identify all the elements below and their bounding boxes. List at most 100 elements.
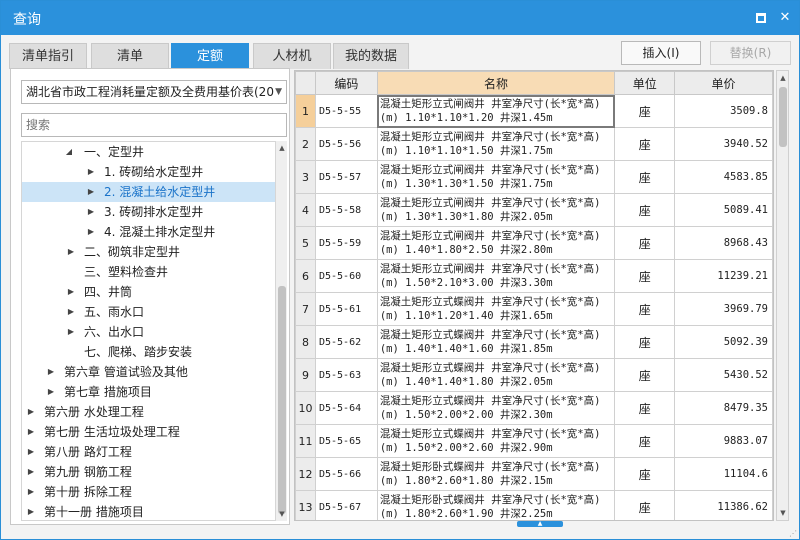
row-name[interactable]: 混凝土矩形立式蝶阀井 井室净尺寸(长*宽*高)(m) 1.50*2.00*2.0… [376, 391, 616, 425]
header-name[interactable]: 名称 [376, 71, 616, 95]
row-name[interactable]: 混凝土矩形立式蝶阀井 井室净尺寸(长*宽*高)(m) 1.40*1.40*1.6… [376, 325, 616, 359]
row-unit[interactable]: 座 [614, 457, 676, 491]
table-row[interactable]: 10 D5-5-64 混凝土矩形立式蝶阀井 井室净尺寸(长*宽*高)(m) 1.… [295, 391, 773, 425]
panel-splitter-handle[interactable]: ▲ [517, 521, 563, 527]
tree-scrollbar[interactable]: ▲ ▼ [275, 141, 287, 521]
tree-item-section-6[interactable]: ▶ 六、出水口 [22, 322, 275, 342]
row-price[interactable]: 8479.35 [674, 391, 773, 425]
tab-labor-material-machine[interactable]: 人材机 [253, 43, 331, 69]
tree-item-chapter-7[interactable]: ▶ 第七章 措施项目 [22, 382, 275, 402]
row-price[interactable]: 8968.43 [674, 226, 773, 260]
row-code[interactable]: D5-5-56 [314, 127, 378, 161]
row-name[interactable]: 混凝土矩形立式蝶阀井 井室净尺寸(长*宽*高)(m) 1.10*1.20*1.4… [376, 292, 616, 326]
expand-arrow-icon[interactable]: ▶ [46, 362, 56, 382]
row-code[interactable]: D5-5-59 [314, 226, 378, 260]
table-row[interactable]: 13 D5-5-67 混凝土矩形卧式蝶阀井 井室净尺寸(长*宽*高)(m) 1.… [295, 490, 773, 520]
row-name[interactable]: 混凝土矩形立式蝶阀井 井室净尺寸(长*宽*高)(m) 1.40*1.40*1.8… [376, 358, 616, 392]
expand-arrow-icon[interactable]: ▶ [26, 422, 36, 442]
tree-item-section-2[interactable]: ▶ 二、砌筑非定型井 [22, 242, 275, 262]
expand-arrow-icon[interactable]: ▶ [86, 202, 96, 222]
tree-item-section-5[interactable]: ▶ 五、雨水口 [22, 302, 275, 322]
tree-item-volume-6[interactable]: ▶ 第六册 水处理工程 [22, 402, 275, 422]
row-unit[interactable]: 座 [614, 292, 676, 326]
table-row[interactable]: 11 D5-5-65 混凝土矩形立式蝶阀井 井室净尺寸(长*宽*高)(m) 1.… [295, 424, 773, 458]
expand-arrow-icon[interactable]: ▶ [66, 242, 76, 262]
table-scrollbar-thumb[interactable] [779, 87, 787, 147]
tree-item-concrete-water-well[interactable]: ▶ 2. 混凝土给水定型井 [22, 182, 275, 202]
row-name[interactable]: 混凝土矩形立式闸阀井 井室净尺寸(长*宽*高)(m) 1.40*1.80*2.5… [376, 226, 616, 260]
row-price[interactable]: 3509.8 [674, 94, 773, 128]
tree-item-section-3[interactable]: 三、塑料检查井 [22, 262, 275, 282]
row-unit[interactable]: 座 [614, 358, 676, 392]
expand-arrow-icon[interactable]: ▶ [66, 302, 76, 322]
row-code[interactable]: D5-5-57 [314, 160, 378, 194]
table-row[interactable]: 12 D5-5-66 混凝土矩形卧式蝶阀井 井室净尺寸(长*宽*高)(m) 1.… [295, 457, 773, 491]
row-price[interactable]: 3969.79 [674, 292, 773, 326]
scroll-up-icon[interactable]: ▲ [777, 71, 789, 85]
table-row[interactable]: 5 D5-5-59 混凝土矩形立式闸阀井 井室净尺寸(长*宽*高)(m) 1.4… [295, 226, 773, 260]
table-row[interactable]: 2 D5-5-56 混凝土矩形立式闸阀井 井室净尺寸(长*宽*高)(m) 1.1… [295, 127, 773, 161]
expand-arrow-icon[interactable]: ▶ [26, 462, 36, 482]
expand-arrow-icon[interactable]: ▶ [26, 482, 36, 502]
table-row[interactable]: 7 D5-5-61 混凝土矩形立式蝶阀井 井室净尺寸(长*宽*高)(m) 1.1… [295, 292, 773, 326]
row-unit[interactable]: 座 [614, 490, 676, 520]
search-input[interactable] [21, 113, 287, 137]
header-price[interactable]: 单价 [674, 71, 773, 95]
row-code[interactable]: D5-5-64 [314, 391, 378, 425]
row-code[interactable]: D5-5-62 [314, 325, 378, 359]
row-price[interactable]: 11239.21 [674, 259, 773, 293]
tree-scrollbar-thumb[interactable] [278, 286, 286, 514]
row-unit[interactable]: 座 [614, 259, 676, 293]
row-code[interactable]: D5-5-63 [314, 358, 378, 392]
tab-bill[interactable]: 清单 [91, 43, 169, 69]
table-row[interactable]: 8 D5-5-62 混凝土矩形立式蝶阀井 井室净尺寸(长*宽*高)(m) 1.4… [295, 325, 773, 359]
close-icon[interactable]: ✕ [777, 10, 793, 26]
row-unit[interactable]: 座 [614, 193, 676, 227]
insert-button[interactable]: 插入(I) [621, 41, 701, 65]
row-name[interactable]: 混凝土矩形立式蝶阀井 井室净尺寸(长*宽*高)(m) 1.50*2.00*2.6… [376, 424, 616, 458]
row-price[interactable]: 4583.85 [674, 160, 773, 194]
row-unit[interactable]: 座 [614, 391, 676, 425]
tree-item-volume-8[interactable]: ▶ 第八册 路灯工程 [22, 442, 275, 462]
row-code[interactable]: D5-5-65 [314, 424, 378, 458]
tree-item-brick-water-well[interactable]: ▶ 1. 砖砌给水定型井 [22, 162, 275, 182]
row-name[interactable]: 混凝土矩形卧式蝶阀井 井室净尺寸(长*宽*高)(m) 1.80*2.60*1.8… [376, 457, 616, 491]
expand-arrow-icon[interactable]: ▶ [86, 222, 96, 242]
tree-item-section-4[interactable]: ▶ 四、井筒 [22, 282, 275, 302]
scroll-up-icon[interactable]: ▲ [276, 141, 288, 155]
table-row[interactable]: 6 D5-5-60 混凝土矩形立式闸阀井 井室净尺寸(长*宽*高)(m) 1.5… [295, 259, 773, 293]
table-row[interactable]: 4 D5-5-58 混凝土矩形立式闸阀井 井室净尺寸(长*宽*高)(m) 1.3… [295, 193, 773, 227]
expand-arrow-icon[interactable]: ▶ [26, 442, 36, 462]
expand-arrow-icon[interactable]: ▶ [26, 402, 36, 422]
tree-item-section-7[interactable]: 七、爬梯、踏步安装 [22, 342, 275, 362]
row-price[interactable]: 3940.52 [674, 127, 773, 161]
tab-my-data[interactable]: 我的数据 [333, 43, 409, 69]
expand-arrow-icon[interactable]: ▶ [66, 322, 76, 342]
tab-quota[interactable]: 定额 [171, 43, 249, 69]
row-name[interactable]: 混凝土矩形立式闸阀井 井室净尺寸(长*宽*高)(m) 1.30*1.30*1.5… [376, 160, 616, 194]
row-code[interactable]: D5-5-58 [314, 193, 378, 227]
row-unit[interactable]: 座 [614, 325, 676, 359]
row-code[interactable]: D5-5-67 [314, 490, 378, 520]
row-unit[interactable]: 座 [614, 424, 676, 458]
row-code[interactable]: D5-5-61 [314, 292, 378, 326]
tree-item-chapter-6[interactable]: ▶ 第六章 管道试验及其他 [22, 362, 275, 382]
expand-arrow-icon[interactable]: ▶ [86, 182, 96, 202]
expand-arrow-icon[interactable]: ▶ [46, 382, 56, 402]
table-scrollbar[interactable]: ▲ ▼ [776, 70, 789, 521]
scroll-down-icon[interactable]: ▼ [777, 506, 789, 520]
resize-grip-icon[interactable]: ⋰ [789, 529, 797, 538]
replace-button[interactable]: 替换(R) [710, 41, 791, 65]
header-unit[interactable]: 单位 [614, 71, 676, 95]
row-price[interactable]: 5092.39 [674, 325, 773, 359]
header-code[interactable]: 编码 [314, 71, 378, 95]
table-row[interactable]: 3 D5-5-57 混凝土矩形立式闸阀井 井室净尺寸(长*宽*高)(m) 1.3… [295, 160, 773, 194]
row-unit[interactable]: 座 [614, 160, 676, 194]
row-price[interactable]: 9883.07 [674, 424, 773, 458]
row-unit[interactable]: 座 [614, 226, 676, 260]
maximize-icon[interactable] [753, 10, 769, 26]
row-price[interactable]: 11386.62 [674, 490, 773, 520]
row-price[interactable]: 11104.6 [674, 457, 773, 491]
row-name[interactable]: 混凝土矩形立式闸阀井 井室净尺寸(长*宽*高)(m) 1.10*1.10*1.5… [376, 127, 616, 161]
row-unit[interactable]: 座 [614, 127, 676, 161]
